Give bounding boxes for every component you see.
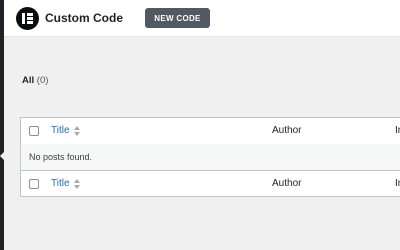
admin-sidebar (0, 0, 4, 250)
sort-icon (73, 178, 80, 189)
table-header-row: Title Author In (21, 118, 400, 145)
table-footer-row: Title Author In (21, 171, 400, 197)
sidebar-current-arrow-icon (0, 150, 6, 162)
select-all-checkbox-footer[interactable] (29, 179, 39, 189)
title-column-label-footer: Title (51, 178, 70, 189)
empty-row: No posts found. (21, 144, 400, 171)
author-column-label-footer: Author (272, 178, 302, 189)
status-filter: All (0) (22, 75, 48, 86)
title-column-sort-link-footer[interactable]: Title (51, 178, 80, 189)
page-header: Custom Code NEW CODE (4, 0, 400, 37)
no-posts-message: No posts found. (29, 152, 93, 162)
filter-all-link[interactable]: All (22, 75, 34, 86)
sort-icon (73, 125, 80, 136)
title-column-sort-link[interactable]: Title (51, 125, 80, 136)
author-column-label: Author (272, 125, 302, 136)
posts-table: Title Author In No posts found. Title Au… (20, 117, 400, 197)
extra-column-label: In (395, 125, 400, 136)
select-all-checkbox[interactable] (29, 126, 39, 136)
title-column-label: Title (51, 125, 70, 136)
filter-all-count: (0) (36, 75, 49, 86)
extra-column-label-footer: In (395, 178, 400, 189)
elementor-logo-icon (16, 7, 39, 30)
new-code-button[interactable]: NEW CODE (145, 8, 210, 28)
page-title: Custom Code (45, 11, 123, 25)
